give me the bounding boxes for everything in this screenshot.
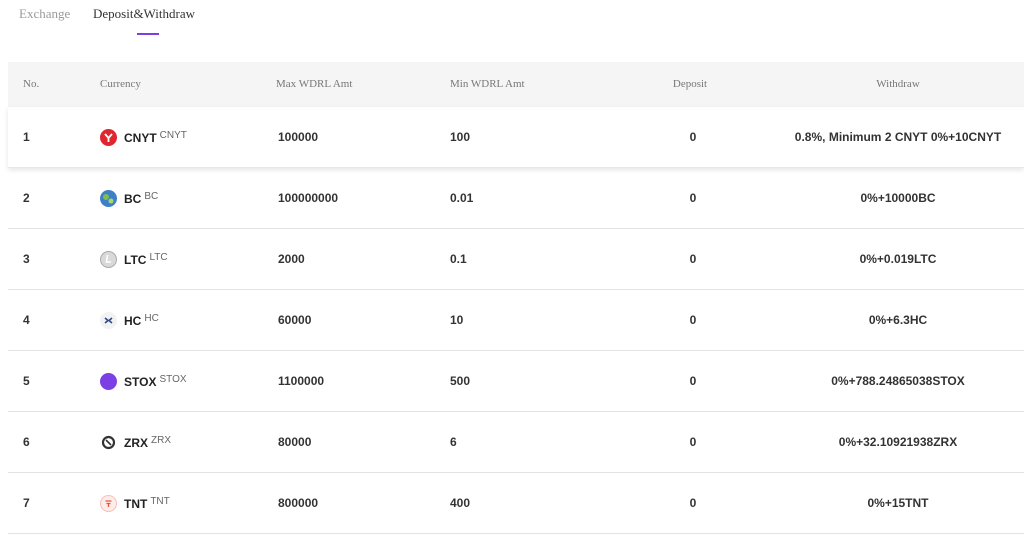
min-wdrl-amt: 100 <box>450 130 471 144</box>
row-number: 6 <box>23 435 30 449</box>
row-number: 2 <box>23 191 30 205</box>
zrx-icon <box>100 434 117 451</box>
max-wdrl-amt: 80000 <box>278 435 312 449</box>
min-wdrl-amt: 500 <box>450 374 471 388</box>
currency-cell: CNYT CNYT <box>100 107 187 168</box>
currency-symbol: LTC <box>124 252 147 267</box>
currency-cell: LTC LTC <box>100 229 168 290</box>
ltc-icon <box>100 251 117 268</box>
max-wdrl-amt: 60000 <box>278 313 312 327</box>
withdraw-fee: 0%+0.019LTC <box>859 252 937 266</box>
deposit-value: 0 <box>689 252 697 266</box>
header-deposit: Deposit <box>672 78 708 90</box>
active-tab-indicator <box>137 33 159 35</box>
table-row: 5 STOX STOX 1100000 500 0 0%+788.24865038STOX <box>8 351 1024 412</box>
withdraw-fee: 0%+788.24865038STOX <box>831 374 965 388</box>
table-header: No. Currency Max WDRL Amt Min WDRL Amt D… <box>8 62 1024 107</box>
currency-cell: BC BC <box>100 168 158 229</box>
deposit-value: 0 <box>689 191 697 205</box>
currency-cell: HC HC <box>100 290 159 351</box>
cnyt-icon <box>100 129 117 146</box>
currency-symbol: TNT <box>124 496 148 511</box>
deposit-value: 0 <box>689 130 697 144</box>
table-body: 1 CNYT CNYT 100000 100 0 0.8%, Minimum 2 CNYT … <box>8 107 1024 534</box>
table-row: 3 LTC LTC 2000 0.1 0 0%+0.019LTC <box>8 229 1024 290</box>
tab-bar: Exchange Deposit&Withdraw <box>0 0 1024 40</box>
currency-symbol: HC <box>124 313 142 328</box>
currency-cell: STOX STOX <box>100 351 187 412</box>
currency-cell: ZRX ZRX <box>100 412 171 473</box>
header-max-wdrl: Max WDRL Amt <box>276 78 353 90</box>
tab-exchange[interactable]: Exchange <box>19 6 70 22</box>
row-number: 4 <box>23 313 30 327</box>
currency-sub: HC <box>144 313 159 324</box>
row-number: 3 <box>23 252 30 266</box>
deposit-value: 0 <box>689 374 697 388</box>
header-withdraw: Withdraw <box>876 78 920 90</box>
currency-symbol: ZRX <box>124 435 148 450</box>
currency-sub: CNYT <box>159 130 187 141</box>
withdraw-fee: 0.8%, Minimum 2 CNYT 0%+10CNYT <box>794 130 1002 144</box>
tab-deposit-withdraw[interactable]: Deposit&Withdraw <box>93 6 195 22</box>
currency-table: No. Currency Max WDRL Amt Min WDRL Amt D… <box>8 62 1024 534</box>
max-wdrl-amt: 100000000 <box>278 191 339 205</box>
bc-icon <box>100 190 117 207</box>
withdraw-fee: 0%+10000BC <box>860 191 936 205</box>
table-row: 1 CNYT CNYT 100000 100 0 0.8%, Minimum 2 CNYT … <box>8 107 1024 168</box>
header-min-wdrl: Min WDRL Amt <box>450 78 525 90</box>
table-row: 4 HC HC 60000 10 0 0%+6.3HC <box>8 290 1024 351</box>
withdraw-fee: 0%+32.10921938ZRX <box>838 435 958 449</box>
row-number: 5 <box>23 374 30 388</box>
max-wdrl-amt: 2000 <box>278 252 305 266</box>
min-wdrl-amt: 0.1 <box>450 252 467 266</box>
table-row: 2 BC BC 100000000 0.01 0 0%+10000BC <box>8 168 1024 229</box>
deposit-value: 0 <box>689 313 697 327</box>
withdraw-fee: 0%+6.3HC <box>868 313 928 327</box>
currency-symbol: STOX <box>124 374 157 389</box>
currency-sub: ZRX <box>151 435 171 446</box>
currency-sub: BC <box>144 191 159 202</box>
hc-icon <box>100 312 117 329</box>
currency-symbol: CNYT <box>124 130 157 145</box>
min-wdrl-amt: 10 <box>450 313 464 327</box>
header-currency: Currency <box>100 78 141 90</box>
tnt-icon <box>100 495 117 512</box>
currency-sub: TNT <box>150 496 170 507</box>
row-number: 1 <box>23 130 30 144</box>
currency-symbol: BC <box>124 191 142 206</box>
min-wdrl-amt: 0.01 <box>450 191 474 205</box>
stox-icon <box>100 373 117 390</box>
max-wdrl-amt: 100000 <box>278 130 319 144</box>
min-wdrl-amt: 6 <box>450 435 457 449</box>
currency-sub: STOX <box>159 374 187 385</box>
deposit-value: 0 <box>689 435 697 449</box>
max-wdrl-amt: 1100000 <box>278 374 325 388</box>
table-row: 6 ZRX ZRX 80000 6 0 0%+32.10921938ZRX <box>8 412 1024 473</box>
header-no: No. <box>23 78 40 90</box>
currency-sub: LTC <box>149 252 168 263</box>
